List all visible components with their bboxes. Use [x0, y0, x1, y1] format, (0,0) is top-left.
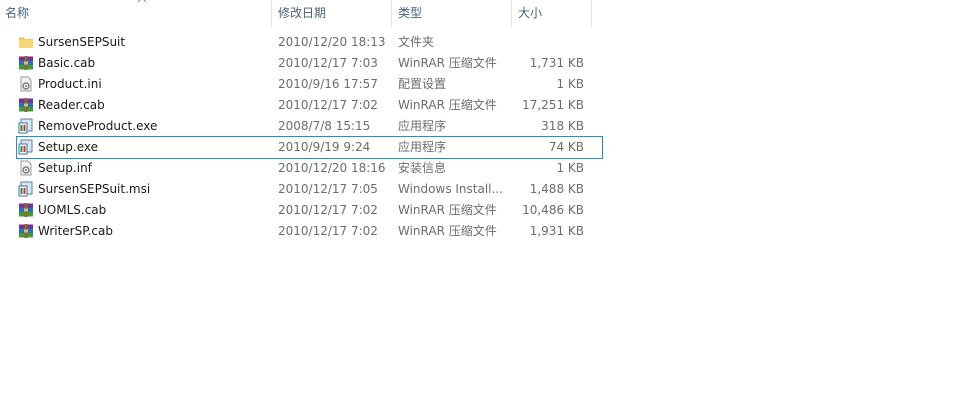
file-size: 1,931 KB	[529, 224, 584, 238]
file-name: SursenSEPSuit.msi	[38, 182, 151, 196]
column-header-size[interactable]: 大小	[513, 0, 591, 27]
winrar-archive-icon	[18, 97, 34, 113]
installer-exe-icon	[18, 118, 34, 134]
file-modified-date: 2010/12/17 7:02	[278, 203, 378, 217]
file-type: WinRAR 压缩文件	[398, 203, 497, 217]
column-header-type[interactable]: 类型	[393, 0, 511, 27]
file-modified-date: 2010/12/20 18:16	[278, 161, 386, 175]
file-type: 应用程序	[398, 119, 447, 133]
file-name: WriterSP.cab	[38, 224, 113, 238]
column-header-date[interactable]: 修改日期	[273, 0, 391, 27]
file-modified-date: 2010/9/16 17:57	[278, 77, 378, 91]
file-row[interactable]: Setup.inf 2010/12/20 18:16 安装信息 1 KB	[17, 158, 602, 179]
settings-file-icon	[18, 160, 34, 176]
column-header-size-label: 大小	[518, 6, 543, 20]
file-modified-date: 2010/12/17 7:02	[278, 98, 378, 112]
file-size: 10,486 KB	[522, 203, 584, 217]
file-modified-date: 2010/12/17 7:03	[278, 56, 378, 70]
settings-file-icon	[18, 76, 34, 92]
file-size: 74 KB	[548, 140, 584, 154]
file-type: WinRAR 压缩文件	[398, 98, 497, 112]
file-size: 1,731 KB	[529, 56, 584, 70]
folder-icon	[18, 34, 34, 50]
file-name: Setup.inf	[38, 161, 92, 175]
installer-exe-icon	[18, 139, 34, 155]
file-name: Basic.cab	[38, 56, 96, 70]
file-modified-date: 2010/12/17 7:02	[278, 224, 378, 238]
winrar-archive-icon	[18, 55, 34, 71]
file-modified-date: 2010/12/17 7:05	[278, 182, 378, 196]
winrar-archive-icon	[18, 202, 34, 218]
file-name: RemoveProduct.exe	[38, 119, 158, 133]
file-modified-date: 2010/12/20 18:13	[278, 35, 386, 49]
column-divider[interactable]	[271, 0, 272, 27]
file-size: 1,488 KB	[529, 182, 584, 196]
column-header-name[interactable]: 名称	[0, 0, 271, 27]
file-type: WinRAR 压缩文件	[398, 224, 497, 238]
file-size: 1 KB	[556, 77, 584, 91]
file-type: 应用程序	[398, 140, 447, 154]
column-divider[interactable]	[591, 0, 592, 27]
file-type: 安装信息	[398, 161, 447, 175]
file-row[interactable]: WriterSP.cab 2010/12/17 7:02 WinRAR 压缩文件 1,…	[17, 221, 602, 242]
file-name: UOMLS.cab	[38, 203, 107, 217]
file-size: 17,251 KB	[522, 98, 584, 112]
file-row[interactable]: RemoveProduct.exe 2008/7/8 15:15 应用程序 318 K…	[17, 116, 602, 137]
column-divider[interactable]	[391, 0, 392, 27]
file-name: Setup.exe	[38, 140, 99, 154]
file-row[interactable]: UOMLS.cab 2010/12/17 7:02 WinRAR 压缩文件 10,48…	[17, 200, 602, 221]
file-row[interactable]: SursenSEPSuit 2010/12/20 18:13 文件夹	[17, 32, 602, 53]
column-header-name-label: 名称	[5, 6, 30, 20]
column-divider[interactable]	[511, 0, 512, 27]
file-size: 318 KB	[541, 119, 584, 133]
file-row[interactable]: Reader.cab 2010/12/17 7:02 WinRAR 压缩文件 17,2…	[17, 95, 602, 116]
sort-ascending-icon	[137, 0, 147, 3]
file-type: 配置设置	[398, 77, 447, 91]
column-header-date-label: 修改日期	[278, 6, 327, 20]
file-row[interactable]: Basic.cab 2010/12/17 7:03 WinRAR 压缩文件 1,731…	[17, 53, 602, 74]
file-row[interactable]: Product.ini 2010/9/16 17:57 配置设置 1 KB	[17, 74, 602, 95]
column-header-bar: 名称 修改日期 类型 大小	[0, 0, 963, 27]
file-type: WinRAR 压缩文件	[398, 56, 497, 70]
file-size	[512, 32, 584, 53]
file-row[interactable]: SursenSEPSuit.msi 2010/12/17 7:05 Windows …	[17, 179, 602, 200]
file-modified-date: 2010/9/19 9:24	[278, 140, 371, 154]
installer-exe-icon	[18, 181, 34, 197]
file-type: Windows Install...	[398, 182, 503, 196]
winrar-archive-icon	[18, 223, 34, 239]
file-name: Product.ini	[38, 77, 102, 91]
file-name: SursenSEPSuit	[38, 35, 126, 49]
file-name: Reader.cab	[38, 98, 105, 112]
column-header-type-label: 类型	[398, 6, 423, 20]
file-size: 1 KB	[556, 161, 584, 175]
file-type: 文件夹	[398, 35, 435, 49]
file-modified-date: 2008/7/8 15:15	[278, 119, 371, 133]
file-row[interactable]: Setup.exe 2010/9/19 9:24 应用程序 74 KB	[16, 136, 603, 159]
